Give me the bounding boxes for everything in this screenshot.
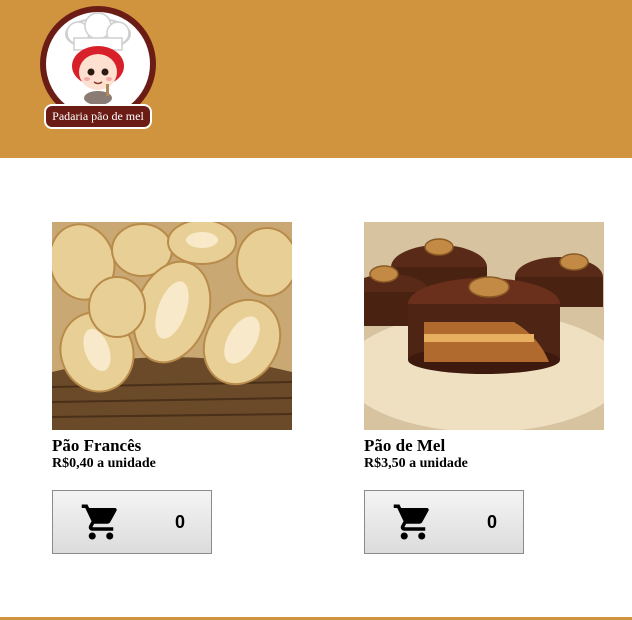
cart-quantity: 0 <box>486 512 497 532</box>
bakery-name-label: Padaria pão de mel <box>44 104 152 129</box>
french-bread-basket-photo <box>52 222 292 430</box>
cart-quantity: 0 <box>174 512 185 532</box>
product-name: Pão Francês <box>52 436 142 455</box>
shopping-cart-icon <box>81 504 117 540</box>
add-to-cart-button[interactable]: 0 <box>52 490 212 554</box>
add-to-cart-button[interactable]: 0 <box>364 490 524 554</box>
chocolate-honey-cake-photo <box>364 222 604 430</box>
product-price: R$0,40 a unidade <box>52 456 156 471</box>
header-bar: Padaria pão de mel <box>0 0 632 158</box>
product-card-pao-de-mel: Pão de Mel R$3,50 a unidade 0 <box>364 222 604 554</box>
shopping-cart-icon <box>393 504 429 540</box>
product-price: R$3,50 a unidade <box>364 456 468 471</box>
product-name: Pão de Mel <box>364 436 446 455</box>
product-card-pao-frances: Pão Francês R$0,40 a unidade 0 <box>52 222 292 554</box>
bakery-logo[interactable]: Padaria pão de mel <box>36 6 160 134</box>
